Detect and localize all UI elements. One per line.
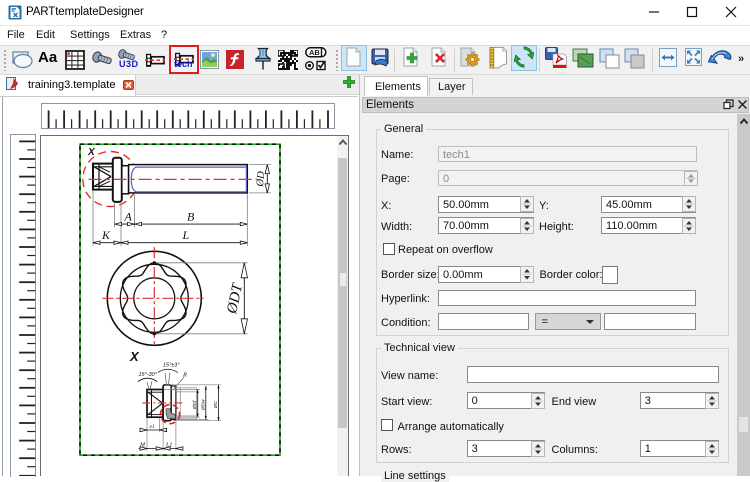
svg-text:B: B — [187, 209, 195, 223]
svg-text:L: L — [182, 228, 190, 242]
svg-text:K: K — [101, 228, 111, 242]
svg-text:X: X — [87, 147, 96, 158]
svg-text:ØC: ØC — [213, 400, 219, 409]
svg-text:15°±3°: 15°±3° — [163, 362, 180, 368]
svg-text:ØDf: ØDf — [192, 400, 198, 410]
svg-text:ØD: ØD — [255, 170, 267, 187]
svg-text:X: X — [129, 349, 140, 364]
svg-text:ØDw: ØDw — [200, 399, 206, 411]
svg-text:M: M — [139, 442, 146, 448]
svg-text:L1: L1 — [165, 442, 172, 448]
svg-text:A: A — [124, 209, 133, 223]
svg-text:e1: e1 — [150, 424, 155, 430]
svg-text:15°-30°: 15°-30° — [139, 372, 158, 378]
svg-text:ØDT: ØDT — [224, 281, 246, 316]
svg-text:R: R — [182, 371, 187, 378]
